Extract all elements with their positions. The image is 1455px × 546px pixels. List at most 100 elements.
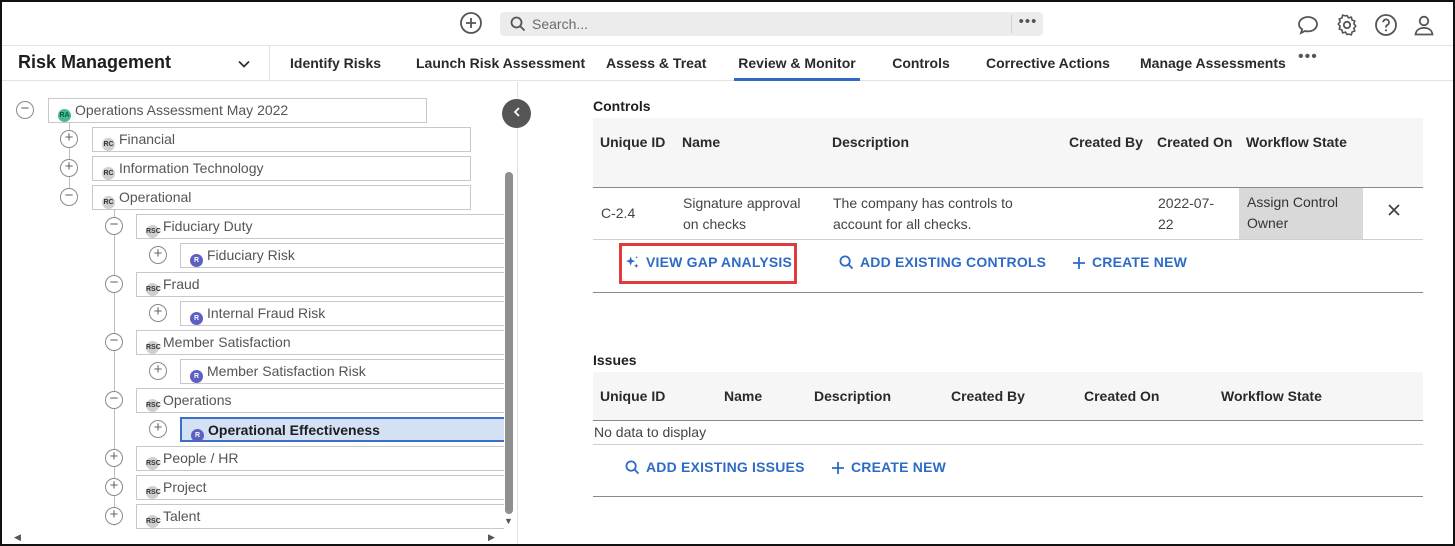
vertical-scrollbar[interactable]	[505, 172, 513, 514]
tree-node[interactable]: RC Information Technology	[92, 156, 471, 181]
col-header-name[interactable]: Name	[724, 388, 762, 404]
help-icon[interactable]	[1374, 13, 1398, 37]
chat-icon[interactable]	[1296, 13, 1320, 37]
risk-subcategory-badge-icon: RSC	[146, 283, 161, 296]
tab-assess-treat[interactable]: Assess & Treat	[606, 46, 706, 81]
search-input[interactable]	[532, 14, 1002, 34]
tree-node-label: Information Technology	[119, 160, 264, 176]
table-divider	[593, 444, 1423, 445]
expand-toggle-icon[interactable]: +	[60, 130, 78, 148]
expand-toggle-icon[interactable]: +	[105, 507, 123, 525]
tab-identify-risks[interactable]: Identify Risks	[290, 46, 381, 81]
tab-controls[interactable]: Controls	[890, 46, 952, 81]
tree-node-label: Fiduciary Risk	[207, 247, 295, 263]
remove-row-close-icon[interactable]	[1387, 200, 1401, 223]
tree-node[interactable]: R Internal Fraud Risk	[180, 301, 504, 326]
app-title: Risk Management	[18, 52, 172, 72]
tree-node-label: Member Satisfaction Risk	[207, 363, 366, 379]
tree-node[interactable]: RC Financial	[92, 127, 471, 152]
expand-toggle-icon[interactable]: +	[149, 304, 167, 322]
collapse-toggle-icon[interactable]: −	[105, 217, 123, 235]
tree-node-label: Member Satisfaction	[163, 334, 291, 350]
tab-review-monitor[interactable]: Review & Monitor	[734, 46, 860, 81]
collapse-toggle-icon[interactable]: −	[105, 391, 123, 409]
col-header-unique-id[interactable]: Unique ID	[600, 388, 665, 404]
view-gap-analysis-button[interactable]: VIEW GAP ANALYSIS	[625, 254, 792, 270]
col-header-name[interactable]: Name	[682, 134, 720, 150]
col-header-created-on[interactable]: Created On	[1084, 388, 1159, 404]
collapse-toggle-icon[interactable]: −	[16, 101, 34, 119]
search-more-icon[interactable]: •••	[1015, 13, 1041, 35]
nav-more-icon[interactable]: •••	[1298, 48, 1318, 66]
risk-subcategory-badge-icon: RSC	[146, 457, 161, 470]
col-header-created-by[interactable]: Created By	[1069, 134, 1143, 150]
search-icon	[625, 460, 640, 475]
col-header-description[interactable]: Description	[814, 388, 891, 404]
expand-toggle-icon[interactable]: +	[105, 449, 123, 467]
expand-toggle-icon[interactable]: +	[149, 420, 167, 438]
tree-node[interactable]: RSC Fiduciary Duty	[136, 214, 504, 239]
tree-node[interactable]: RSC Member Satisfaction	[136, 330, 504, 355]
search-divider	[1011, 15, 1012, 33]
scroll-right-arrow-icon[interactable]: ▶	[488, 532, 495, 543]
app-window: ••• Risk Management Identify Risks Launc…	[0, 0, 1455, 546]
tree-node[interactable]: RC Operational	[92, 185, 471, 210]
expand-toggle-icon[interactable]: +	[149, 246, 167, 264]
add-existing-controls-button[interactable]: ADD EXISTING CONTROLS	[839, 254, 1046, 270]
add-existing-controls-label: ADD EXISTING CONTROLS	[860, 254, 1047, 270]
tab-manage-assessments[interactable]: Manage Assessments	[1140, 46, 1286, 81]
scroll-down-arrow-icon[interactable]: ▼	[504, 516, 513, 526]
tree-node-label: Financial	[119, 131, 176, 147]
col-header-unique-id[interactable]: Unique ID	[600, 134, 665, 150]
create-new-issue-button[interactable]: CREATE NEW	[831, 459, 946, 475]
tree-node[interactable]: RSC Fraud	[136, 272, 504, 297]
create-new-control-button[interactable]: CREATE NEW	[1072, 254, 1187, 270]
tab-launch-risk-assessment[interactable]: Launch Risk Assessment	[416, 46, 585, 81]
risk-badge-icon: R	[190, 370, 203, 383]
col-header-created-by[interactable]: Created By	[951, 388, 1025, 404]
cell-name-line2: on checks	[683, 216, 747, 232]
plus-icon	[832, 462, 844, 474]
scroll-left-arrow-icon[interactable]: ◀	[14, 532, 21, 543]
table-divider	[593, 239, 1423, 240]
add-circle-icon[interactable]	[459, 11, 483, 35]
issues-section-title: Issues	[593, 352, 637, 368]
tree-node[interactable]: RSC Project	[136, 475, 504, 500]
gear-icon[interactable]	[1335, 13, 1359, 37]
search-bar: •••	[500, 12, 1043, 36]
risk-subcategory-badge-icon: RSC	[146, 399, 161, 412]
expand-toggle-icon[interactable]: +	[105, 478, 123, 496]
app-selector[interactable]: Risk Management	[2, 46, 270, 81]
cell-name-line1: Signature approval	[683, 195, 801, 211]
col-header-workflow-state[interactable]: Workflow State	[1246, 134, 1347, 150]
risk-subcategory-badge-icon: RSC	[146, 486, 161, 499]
tree-node[interactable]: R Fiduciary Risk	[180, 243, 504, 268]
table-divider	[593, 420, 1423, 421]
search-icon	[510, 16, 526, 32]
tree-node-selected[interactable]: R Operational Effectiveness	[180, 417, 504, 442]
empty-state-text: No data to display	[594, 424, 707, 440]
controls-section-title: Controls	[593, 98, 651, 114]
tree-node[interactable]: R Member Satisfaction Risk	[180, 359, 504, 384]
collapse-toggle-icon[interactable]: −	[60, 188, 78, 206]
tree-node-label: Project	[163, 479, 207, 495]
tree-node[interactable]: RSC Operations	[136, 388, 504, 413]
user-avatar-icon[interactable]	[1412, 13, 1436, 37]
collapse-panel-button[interactable]	[502, 99, 531, 128]
tree-node[interactable]: RSC Talent	[136, 504, 504, 529]
collapse-toggle-icon[interactable]: −	[105, 275, 123, 293]
expand-toggle-icon[interactable]: +	[60, 159, 78, 177]
add-existing-issues-button[interactable]: ADD EXISTING ISSUES	[625, 459, 805, 475]
create-new-issue-label: CREATE NEW	[851, 459, 947, 475]
tree-node[interactable]: RSC People / HR	[136, 446, 504, 471]
collapse-toggle-icon[interactable]: −	[105, 333, 123, 351]
tree-node-label: Operations	[163, 392, 232, 408]
col-header-description[interactable]: Description	[832, 134, 909, 150]
expand-toggle-icon[interactable]: +	[149, 362, 167, 380]
tab-corrective-actions[interactable]: Corrective Actions	[986, 46, 1110, 81]
tree-node-root[interactable]: RA Operations Assessment May 2022	[48, 98, 427, 123]
tree-node-label: Talent	[163, 508, 201, 524]
col-header-created-on[interactable]: Created On	[1157, 134, 1232, 150]
col-header-workflow-state[interactable]: Workflow State	[1221, 388, 1322, 404]
assessment-tree-panel: − RA Operations Assessment May 2022 + RC F…	[2, 82, 518, 544]
